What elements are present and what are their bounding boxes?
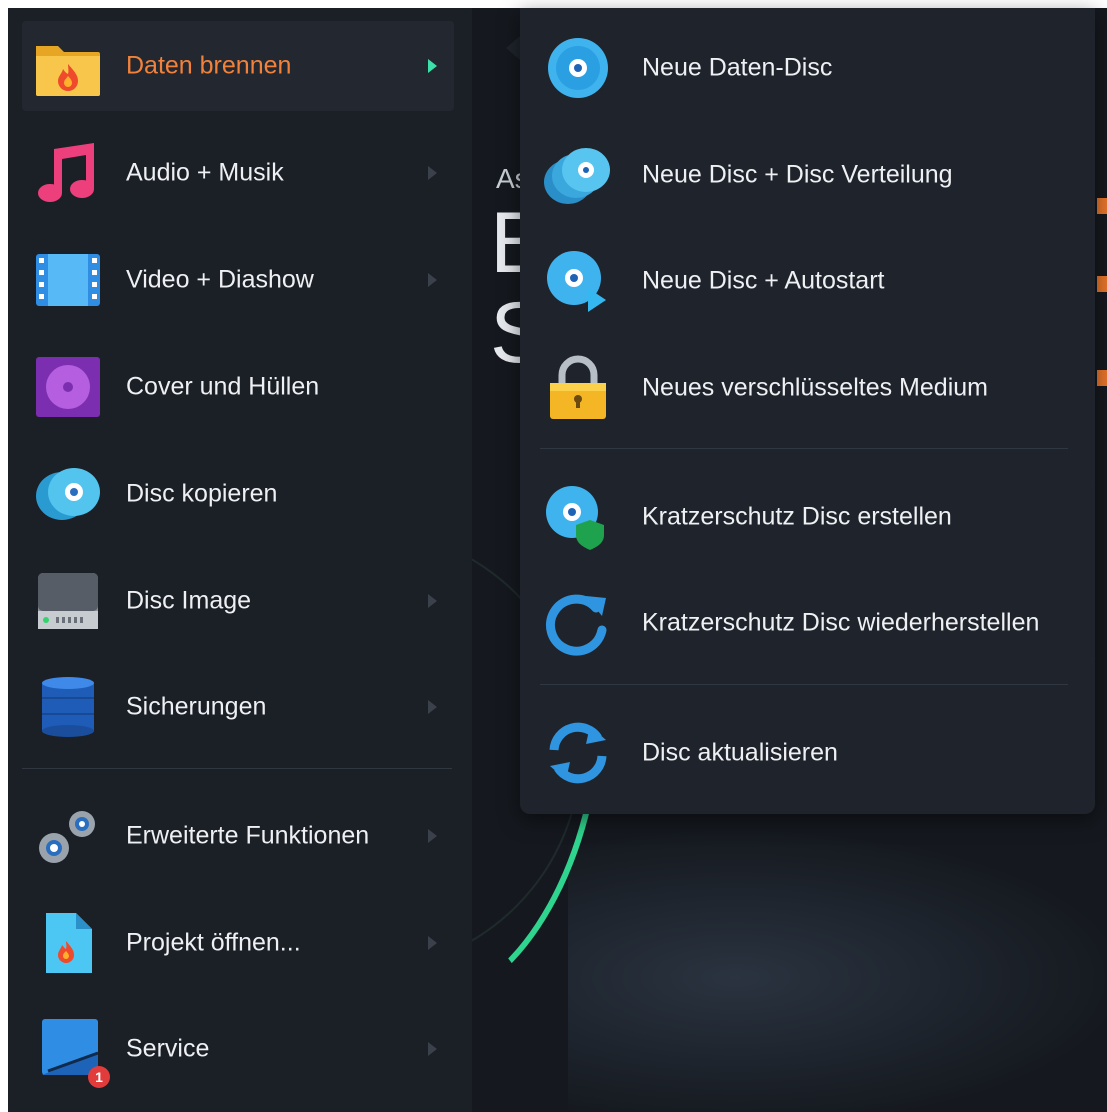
menu-item-sicherungen[interactable]: Sicherungen (22, 662, 454, 752)
chevron-right-icon (428, 829, 437, 843)
music-note-icon (34, 141, 102, 205)
submenu-separator (540, 448, 1068, 449)
restore-arrow-icon (542, 590, 614, 656)
submenu-separator (540, 684, 1068, 685)
film-strip-icon (34, 248, 102, 312)
menu-item-service[interactable]: 1 Service (22, 1004, 454, 1094)
folder-flame-icon (34, 34, 102, 98)
menu-item-label: Cover und Hüllen (126, 372, 320, 401)
menu-item-daten-brennen[interactable]: Daten brennen (22, 21, 454, 111)
notification-badge: 1 (88, 1066, 110, 1088)
menu-item-label: Audio + Musik (126, 158, 284, 187)
disc-icon (542, 35, 614, 101)
menu-item-label: Disc kopieren (126, 479, 278, 508)
disc-stack-icon (542, 142, 614, 208)
submenu-item-kratzerschutz-erstellen[interactable]: Kratzerschutz Disc erstellen (538, 472, 1078, 562)
submenu-item-neue-daten-disc[interactable]: Neue Daten-Disc (538, 23, 1078, 113)
project-file-icon (34, 911, 102, 975)
submenu-daten-brennen: Neue Daten-Disc Neue Disc + Disc Verteil… (520, 8, 1095, 814)
chevron-right-icon (428, 700, 437, 714)
database-icon (34, 675, 102, 739)
background-accent (1097, 276, 1107, 292)
menu-item-disc-image[interactable]: Disc Image (22, 556, 454, 646)
menu-item-erweiterte-funktionen[interactable]: Erweiterte Funktionen (22, 791, 454, 881)
menu-item-audio-musik[interactable]: Audio + Musik (22, 128, 454, 218)
chevron-right-icon (428, 594, 437, 608)
chevron-right-icon (428, 1042, 437, 1056)
chevron-right-icon (428, 59, 437, 73)
disc-cover-icon (34, 355, 102, 419)
menu-separator (22, 768, 452, 769)
refresh-icon (542, 720, 614, 786)
gears-icon (34, 804, 102, 868)
submenu-item-disc-verteilung[interactable]: Neue Disc + Disc Verteilung (538, 130, 1078, 220)
hard-drive-icon (34, 569, 102, 633)
submenu-item-label: Neue Disc + Autostart (642, 266, 885, 295)
disc-copy-icon (34, 462, 102, 526)
submenu-item-label: Neues verschlüsseltes Medium (642, 373, 988, 402)
menu-item-disc-kopieren[interactable]: Disc kopieren (22, 449, 454, 539)
background-glow (568, 828, 1107, 1112)
menu-item-label: Video + Diashow (126, 265, 314, 294)
submenu-item-autostart[interactable]: Neue Disc + Autostart (538, 236, 1078, 326)
menu-item-video-diashow[interactable]: Video + Diashow (22, 235, 454, 325)
menu-item-label: Service (126, 1034, 210, 1063)
submenu-item-verschluesseltes-medium[interactable]: Neues verschlüsseltes Medium (538, 343, 1078, 433)
submenu-item-label: Disc aktualisieren (642, 738, 838, 767)
submenu-item-label: Neue Daten-Disc (642, 53, 833, 82)
chevron-right-icon (428, 273, 437, 287)
submenu-item-label: Kratzerschutz Disc erstellen (642, 502, 952, 531)
menu-item-label: Sicherungen (126, 692, 267, 721)
submenu-item-disc-aktualisieren[interactable]: Disc aktualisieren (538, 708, 1078, 798)
menu-item-cover-huellen[interactable]: Cover und Hüllen (22, 342, 454, 432)
submenu-pointer (506, 36, 520, 60)
chevron-right-icon (428, 936, 437, 950)
menu-item-label: Projekt öffnen... (126, 928, 301, 957)
menu-item-projekt-oeffnen[interactable]: Projekt öffnen... (22, 898, 454, 988)
menu-item-label: Daten brennen (126, 51, 292, 80)
submenu-item-label: Kratzerschutz Disc wiederherstellen (642, 608, 1040, 637)
disc-shield-icon (542, 484, 614, 550)
disc-play-icon (542, 248, 614, 314)
menu-item-label: Disc Image (126, 586, 252, 615)
background-accent (1097, 198, 1107, 214)
submenu-item-kratzerschutz-wiederherstellen[interactable]: Kratzerschutz Disc wiederherstellen (538, 578, 1078, 668)
menu-item-label: Erweiterte Funktionen (126, 821, 370, 850)
chevron-right-icon (428, 166, 437, 180)
padlock-icon (542, 355, 614, 421)
main-menu: Daten brennen Audio + Musik Video + Dias… (8, 8, 472, 1112)
background-accent (1097, 370, 1107, 386)
submenu-item-label: Neue Disc + Disc Verteilung (642, 160, 953, 189)
